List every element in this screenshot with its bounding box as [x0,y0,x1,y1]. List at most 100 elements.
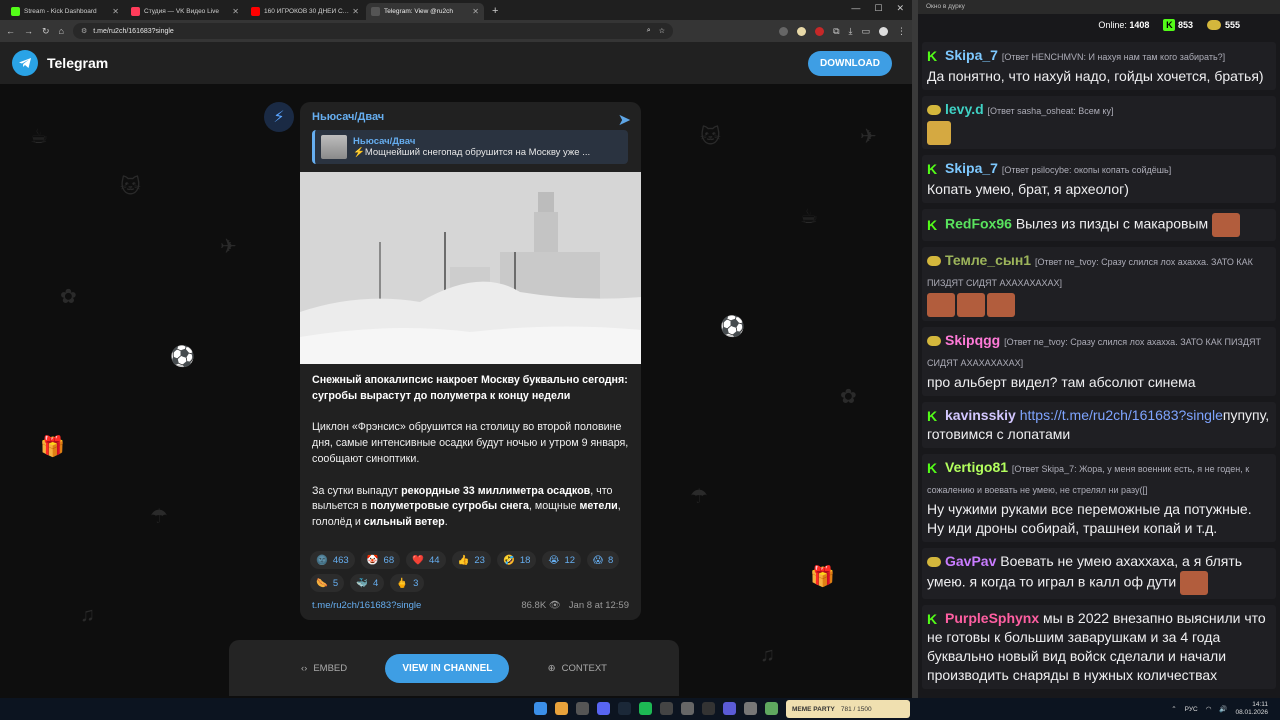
star-icon[interactable]: ☆ [659,27,665,35]
app-icon[interactable] [744,702,757,715]
telegram-logo-icon[interactable] [12,50,38,76]
download-button[interactable]: DOWNLOAD [808,50,892,76]
wifi-icon[interactable]: ◠ [1206,705,1212,713]
reaction[interactable]: 🤡 68 [360,551,401,569]
tab-kick[interactable]: Stream - Kick Dashboard ✕ [6,3,124,20]
kick-badge-icon: K [927,610,941,627]
close-icon[interactable]: ✕ [112,7,119,16]
reaction[interactable]: 🌚 463 [310,551,355,569]
post-actions: ‹› EMBED VIEW IN CHANNEL ⊕ CONTEXT [229,640,679,696]
emote-icon [927,293,955,317]
reaction[interactable]: 🤣 18 [496,551,537,569]
url-field[interactable]: ⚙ t.me/ru2ch/161683?single ⌕ ☆ [72,23,673,39]
obs-icon[interactable] [660,702,673,715]
app-icon[interactable] [765,702,778,715]
discord-icon[interactable] [597,702,610,715]
chat-message: K Skipa_7 [Ответ psilocybe: окопы копать … [922,155,1276,203]
steam-icon[interactable] [618,702,631,715]
forward-icon[interactable]: → [24,26,33,36]
reaction[interactable]: 🖕 3 [390,574,425,592]
app-icon[interactable] [576,702,589,715]
chat-messages: K Skipa_7 [Ответ HENCHMVN: И нахуя нам та… [922,42,1276,695]
chat-message: GavPav Воевать не умею ахаххаха, а я бля… [922,548,1276,599]
clock[interactable]: 14:11 08.01.2026 [1235,701,1268,717]
app-icon[interactable] [681,702,694,715]
extension-icon[interactable] [779,26,789,36]
telegram-brand[interactable]: Telegram [47,55,108,71]
close-icon[interactable]: ✕ [232,7,239,16]
back-icon[interactable]: ← [6,26,15,36]
chat-message: K Skipa_7 [Ответ HENCHMVN: И нахуя нам та… [922,42,1276,90]
menu-icon[interactable]: ⋮ [897,26,906,37]
kick-chat-window: Окно в дурку Online: 1408 K 853 555 K Ski… [918,0,1280,698]
badge-icon [927,105,941,116]
tab-youtube[interactable]: 160 ИГРОКОВ 30 ДНЕЙ СТРОЯ✕ [246,3,364,20]
maximize-icon[interactable]: ☐ [874,3,882,14]
reaction[interactable]: 👍 23 [451,551,491,569]
kick-favicon-icon [11,7,20,16]
kick-badge-icon: K [927,47,941,64]
emote-icon [957,293,985,317]
kick-badge-icon: K [927,215,941,233]
view-in-channel-button[interactable]: VIEW IN CHANNEL [385,653,510,683]
reaction[interactable]: 🐳 4 [350,574,385,592]
telegram-plane-icon[interactable]: ➤ [618,110,631,130]
emote-icon [1206,20,1221,31]
chat-link[interactable]: https://t.me/ru2ch/161683?single [1020,407,1223,423]
badge-icon [927,557,941,568]
tab-vk[interactable]: Студия — VK Видео Live ✕ [126,3,244,20]
reload-icon[interactable]: ↻ [42,26,50,37]
post-meta: 86.8K 👁 Jan 8 at 12:59 [521,600,629,611]
channel-name[interactable]: Ньюсач/Двач [312,111,384,123]
reaction[interactable]: ❤️ 44 [406,551,446,569]
site-info-icon[interactable]: ⚙ [81,27,87,35]
chat-message: Kkavinsskiy https://t.me/ru2ch/161683?si… [922,402,1276,448]
puzzle-icon[interactable]: ⧉ [833,26,839,37]
embed-button[interactable]: ‹› EMBED [301,663,347,674]
volume-icon[interactable]: 🔊 [1219,705,1227,713]
app-icon[interactable] [702,702,715,715]
meme-party-widget[interactable]: MEME PARTY 781 / 1500 [786,700,910,718]
avatar[interactable] [879,26,888,36]
badge-icon [927,336,941,347]
address-bar: ← → ↻ ⌂ ⚙ t.me/ru2ch/161683?single ⌕ ☆ ⧉ ⤓ … [0,20,912,42]
download-icon[interactable]: ⤓ [849,26,853,37]
reply-thumbnail [321,135,347,159]
home-icon[interactable]: ⌂ [59,26,64,36]
chevron-up-icon[interactable]: ⌃ [1171,705,1176,713]
tab-telegram[interactable]: Telegram: View @ru2ch ✕ [366,3,484,20]
emote-icon [927,121,951,145]
close-window-icon[interactable]: ✕ [896,3,904,14]
globe-favicon-icon [371,7,380,16]
channel-avatar[interactable]: ⚡ [264,102,294,132]
browser-window: Stream - Kick Dashboard ✕ Студия — VK Вид… [0,0,912,698]
sidebar-icon[interactable]: ▭ [861,26,870,37]
chat-message: K Vertigo81 [Ответ Skipa_7: Жора, у меня … [922,454,1276,542]
reaction[interactable]: 😱 8 [587,551,620,569]
app-icon[interactable] [723,702,736,715]
close-icon[interactable]: ✕ [472,7,479,16]
chat-message: Темле_сын1 [Ответ ne_tvoy: Сразу слился … [922,247,1276,321]
post-text: Снежный апокалипсис накроет Москву буква… [312,374,629,529]
reply-preview[interactable]: Ньюсач/Двач ⚡️Мощнейший снегопад обрушитс… [312,130,628,164]
emote-icon [1212,213,1241,237]
youtube-favicon-icon [251,7,260,16]
spotify-icon[interactable] [639,702,652,715]
kick-icon: K [1163,19,1176,31]
start-icon[interactable] [534,702,547,715]
close-icon[interactable]: ✕ [352,7,359,16]
search-icon[interactable]: ⌕ [647,27,651,35]
minimize-icon[interactable]: — [851,3,860,14]
extension-icon[interactable] [797,26,807,36]
taskbar: MEME PARTY 781 / 1500 ⌃ РУС ◠ 🔊 14:11 08.0… [0,698,1280,720]
chat-window-title: Окно в дурку [918,0,1280,14]
reaction[interactable]: 🌭 5 [310,574,345,592]
post-photo[interactable] [300,172,641,364]
context-button[interactable]: ⊕ CONTEXT [548,663,607,674]
chrome-icon[interactable] [555,702,568,715]
badge-icon [927,256,941,267]
post-link[interactable]: t.me/ru2ch/161683?single [312,600,421,611]
reaction[interactable]: 😭 12 [542,551,582,569]
extension-icon[interactable] [815,26,825,36]
new-tab-button[interactable]: + [486,3,504,20]
